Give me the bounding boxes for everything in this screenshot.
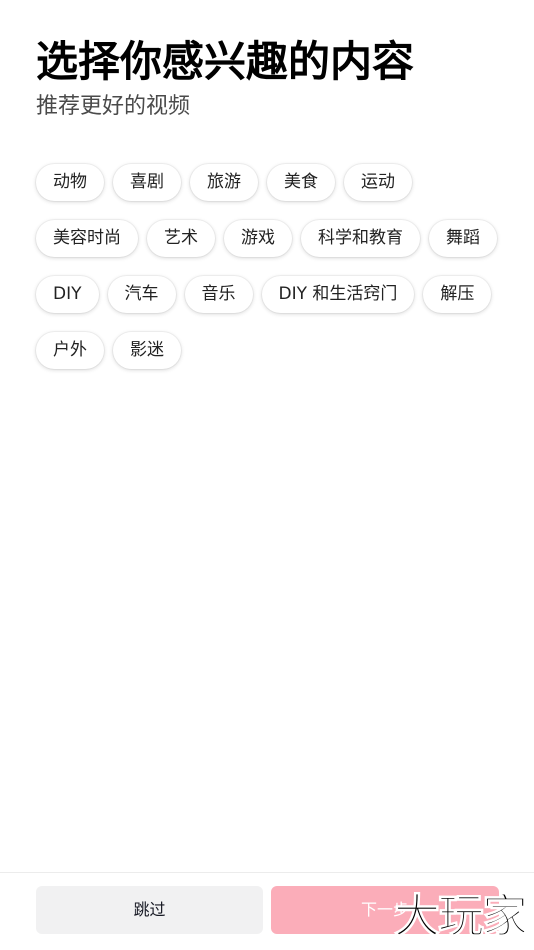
tag-animals[interactable]: 动物 xyxy=(36,164,104,201)
tag-diy[interactable]: DIY xyxy=(36,276,99,313)
tag-science-education[interactable]: 科学和教育 xyxy=(301,220,420,257)
tag-cars[interactable]: 汽车 xyxy=(107,276,176,313)
next-step-button[interactable]: 下一步 xyxy=(271,886,499,934)
tag-row: 动物 喜剧 旅游 美食 运动 xyxy=(36,164,504,201)
tag-travel[interactable]: 旅游 xyxy=(190,164,258,201)
tag-dance[interactable]: 舞蹈 xyxy=(429,220,497,257)
tag-sports[interactable]: 运动 xyxy=(344,164,412,201)
tag-outdoors[interactable]: 户外 xyxy=(36,332,104,369)
tag-row: 户外 影迷 xyxy=(36,332,504,369)
tag-music[interactable]: 音乐 xyxy=(184,276,253,313)
tag-row: DIY 汽车 音乐 DIY 和生活窍门 解压 xyxy=(36,276,504,313)
tag-diy-life-hacks[interactable]: DIY 和生活窍门 xyxy=(261,276,415,313)
tag-beauty-fashion[interactable]: 美容时尚 xyxy=(36,220,138,257)
tag-asmr[interactable]: 解压 xyxy=(423,276,492,313)
header: 选择你感兴趣的内容 推荐更好的视频 xyxy=(36,34,514,122)
page-title: 选择你感兴趣的内容 xyxy=(36,37,415,86)
tag-food[interactable]: 美食 xyxy=(267,164,335,201)
bottom-action-bar: 跳过 下一步 xyxy=(0,872,534,950)
page-subtitle: 推荐更好的视频 xyxy=(36,94,191,119)
interest-tag-list: 动物 喜剧 旅游 美食 运动 美容时尚 艺术 游戏 科学和教育 舞蹈 DIY 汽… xyxy=(36,164,504,388)
tag-art[interactable]: 艺术 xyxy=(147,220,215,257)
tag-gaming[interactable]: 游戏 xyxy=(224,220,292,257)
skip-button[interactable]: 跳过 xyxy=(36,886,263,934)
tag-comedy[interactable]: 喜剧 xyxy=(113,164,181,201)
tag-movie-fans[interactable]: 影迷 xyxy=(113,332,181,369)
tag-row: 美容时尚 艺术 游戏 科学和教育 舞蹈 xyxy=(36,220,504,257)
